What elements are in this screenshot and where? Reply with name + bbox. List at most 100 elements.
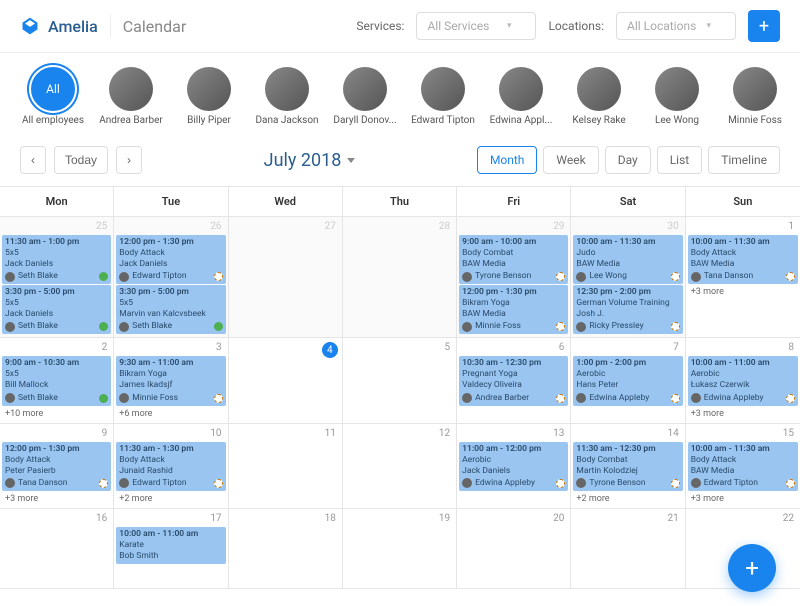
day-cell[interactable]: 912:00 pm - 1:30 pmBody AttackPeter Pasi…: [0, 424, 114, 509]
services-select[interactable]: All Services ▾: [416, 12, 536, 40]
day-cell[interactable]: 5: [343, 338, 457, 423]
calendar-event[interactable]: 12:30 pm - 2:00 pmGerman Volume Training…: [573, 285, 682, 334]
calendar-event[interactable]: 12:00 pm - 1:30 pmBody AttackJack Daniel…: [116, 235, 225, 284]
view-tab-list[interactable]: List: [657, 146, 703, 174]
day-cell[interactable]: 2612:00 pm - 1:30 pmBody AttackJack Dani…: [114, 217, 228, 338]
event-time: 10:00 am - 11:30 am: [691, 444, 795, 455]
day-cell[interactable]: 610:30 am - 12:30 pmPregnant YogaValdecy…: [457, 338, 571, 423]
calendar-event[interactable]: 11:30 am - 1:30 pmBody AttackJunaid Rash…: [116, 442, 225, 491]
day-cell[interactable]: 27: [229, 217, 343, 338]
employee-chip[interactable]: Daryll Donov...: [332, 67, 398, 126]
calendar-event[interactable]: 12:00 pm - 1:30 pmBikram YogaBAW MediaMi…: [459, 285, 568, 334]
calendar-event[interactable]: 10:00 am - 11:30 amBody AttackBAW MediaT…: [688, 235, 798, 284]
day-cell[interactable]: 810:00 am - 11:00 amAerobicŁukasz Czerwi…: [686, 338, 800, 423]
person-name: Edward Tipton: [132, 271, 210, 282]
calendar-event[interactable]: 3:30 pm - 5:00 pm5x5Marvin van Kalcvsbee…: [116, 285, 225, 334]
more-link[interactable]: +3 more: [688, 492, 798, 506]
brand-logo: Amelia: [20, 16, 98, 36]
employee-chip[interactable]: Dana Jackson: [254, 67, 320, 126]
person-name: Seth Blake: [18, 271, 96, 282]
event-title: Body Attack: [119, 455, 222, 466]
fab-add-button[interactable]: +: [728, 544, 776, 592]
calendar-event[interactable]: 10:00 am - 11:30 amBody AttackBAW MediaE…: [688, 442, 798, 491]
event-subtitle: Bill Mallock: [5, 380, 108, 391]
employee-chip[interactable]: Minnie Foss: [722, 67, 788, 126]
employee-chip[interactable]: Andrea Barber: [98, 67, 164, 126]
day-cell[interactable]: 1411:30 am - 12:30 pmBody CombatMartin K…: [571, 424, 685, 509]
more-link[interactable]: +10 more: [2, 407, 111, 421]
today-button[interactable]: Today: [54, 146, 108, 174]
calendar-event[interactable]: 11:30 am - 1:00 pm5x5Jack DanielsSeth Bl…: [2, 235, 111, 284]
day-cell[interactable]: 2511:30 am - 1:00 pm5x5Jack DanielsSeth …: [0, 217, 114, 338]
day-cell[interactable]: 1510:00 am - 11:30 amBody AttackBAW Medi…: [686, 424, 800, 509]
calendar-event[interactable]: 9:00 am - 10:00 amBody CombatBAW MediaTy…: [459, 235, 568, 284]
avatar: [577, 67, 621, 111]
day-cell[interactable]: 4: [229, 338, 343, 423]
calendar-event[interactable]: 11:00 am - 12:00 pmAerobicJack DanielsEd…: [459, 442, 568, 491]
day-cell[interactable]: 12: [343, 424, 457, 509]
calendar-event[interactable]: 9:00 am - 10:30 am5x5Bill MallockSeth Bl…: [2, 356, 111, 405]
person-name: Lee Wong: [589, 271, 667, 282]
event-time: 3:30 pm - 5:00 pm: [5, 287, 108, 298]
avatar: [691, 478, 701, 488]
day-number: 29: [459, 219, 568, 234]
day-number: 7: [573, 340, 682, 355]
event-time: 12:00 pm - 1:30 pm: [5, 444, 108, 455]
day-cell[interactable]: 16: [0, 509, 114, 589]
caret-down-icon[interactable]: [347, 158, 355, 163]
calendar-event[interactable]: 3:30 pm - 5:00 pm5x5Jack DanielsSeth Bla…: [2, 285, 111, 334]
more-link[interactable]: +3 more: [2, 492, 111, 506]
next-button[interactable]: ›: [116, 146, 142, 174]
dow-cell: Fri: [457, 187, 571, 217]
calendar-event[interactable]: 11:30 am - 12:30 pmBody CombatMartin Kol…: [573, 442, 682, 491]
status-badge: [786, 272, 795, 281]
day-cell[interactable]: 39:30 am - 11:00 amBikram YogaJames Ikad…: [114, 338, 228, 423]
employee-chip[interactable]: Edward Tipton: [410, 67, 476, 126]
more-link[interactable]: +2 more: [573, 492, 682, 506]
calendar-event[interactable]: 9:30 am - 11:00 amBikram YogaJames Ikads…: [116, 356, 225, 405]
calendar-event[interactable]: 10:30 am - 12:30 pmPregnant YogaValdecy …: [459, 356, 568, 405]
more-link[interactable]: +2 more: [116, 492, 225, 506]
prev-button[interactable]: ‹: [20, 146, 46, 174]
day-cell[interactable]: 1710:00 am - 11:00 amKarateBob Smith: [114, 509, 228, 589]
more-link[interactable]: +3 more: [688, 285, 798, 299]
day-cell[interactable]: 110:00 am - 11:30 amBody AttackBAW Media…: [686, 217, 800, 338]
day-cell[interactable]: 71:00 pm - 2:00 pmAerobicHans PeterEdwin…: [571, 338, 685, 423]
day-cell[interactable]: 11: [229, 424, 343, 509]
employee-chip[interactable]: AllAll employees: [20, 67, 86, 126]
more-link[interactable]: +6 more: [116, 407, 225, 421]
calendar-event[interactable]: 10:00 am - 11:00 amKarateBob Smith: [116, 527, 225, 564]
day-cell[interactable]: 299:00 am - 10:00 amBody CombatBAW Media…: [457, 217, 571, 338]
day-cell[interactable]: 28: [343, 217, 457, 338]
employee-chip[interactable]: Lee Wong: [644, 67, 710, 126]
day-cell[interactable]: 1311:00 am - 12:00 pmAerobicJack Daniels…: [457, 424, 571, 509]
event-subtitle: Junaid Rashid: [119, 466, 222, 477]
employee-name: All employees: [22, 115, 84, 126]
event-person: Tana Danson: [5, 478, 108, 489]
more-link[interactable]: +3 more: [688, 407, 798, 421]
view-tab-day[interactable]: Day: [605, 146, 651, 174]
calendar-event[interactable]: 12:00 pm - 1:30 pmBody AttackPeter Pasie…: [2, 442, 111, 491]
day-cell[interactable]: 18: [229, 509, 343, 589]
event-time: 11:30 am - 1:30 pm: [119, 444, 222, 455]
day-cell[interactable]: 19: [343, 509, 457, 589]
add-button[interactable]: +: [748, 10, 780, 42]
day-cell[interactable]: 21: [571, 509, 685, 589]
locations-select[interactable]: All Locations ▾: [616, 12, 736, 40]
employee-chip[interactable]: Edwina Appl...: [488, 67, 554, 126]
view-tab-month[interactable]: Month: [477, 146, 537, 174]
view-tab-timeline[interactable]: Timeline: [708, 146, 780, 174]
day-cell[interactable]: 29:00 am - 10:30 am5x5Bill MallockSeth B…: [0, 338, 114, 423]
day-cell[interactable]: 1011:30 am - 1:30 pmBody AttackJunaid Ra…: [114, 424, 228, 509]
view-tab-week[interactable]: Week: [543, 146, 598, 174]
day-number: 13: [459, 426, 568, 441]
calendar-event[interactable]: 1:00 pm - 2:00 pmAerobicHans PeterEdwina…: [573, 356, 682, 405]
employee-chip[interactable]: Kelsey Rake: [566, 67, 632, 126]
day-cell[interactable]: 3010:00 am - 11:30 amJudoBAW MediaLee Wo…: [571, 217, 685, 338]
calendar-event[interactable]: 10:00 am - 11:00 amAerobicŁukasz Czerwik…: [688, 356, 798, 405]
calendar-event[interactable]: 10:00 am - 11:30 amJudoBAW MediaLee Wong: [573, 235, 682, 284]
event-person: Edwina Appleby: [462, 478, 565, 489]
day-cell[interactable]: 20: [457, 509, 571, 589]
status-badge: [786, 479, 795, 488]
employee-chip[interactable]: Billy Piper: [176, 67, 242, 126]
